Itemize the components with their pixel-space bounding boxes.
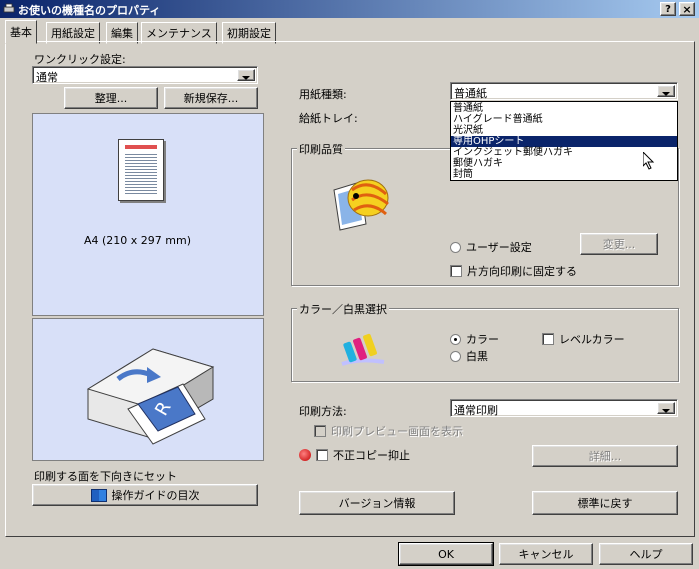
tab-basic[interactable]: 基本 [5,20,37,44]
book-icon [90,488,107,502]
close-title-button[interactable]: × [679,2,695,16]
color-group-label: カラー／白黒選択 [297,301,389,317]
one-way-print-checkbox[interactable]: 片方向印刷に固定する [450,263,577,279]
restore-defaults-button[interactable]: 標準に戻す [532,491,678,515]
version-button[interactable]: バージョン情報 [299,491,455,515]
feed-illustration: R [32,318,264,461]
save-new-button[interactable]: 新規保存... [164,87,258,109]
paper-type-option[interactable]: ハイグレード普通紙 [451,114,677,125]
quality-icon [330,170,392,232]
preview-checkbox[interactable]: 印刷プレビュー画面を表示 [314,423,463,439]
guide-button[interactable]: 操作ガイドの目次 [32,484,258,506]
chevron-down-icon[interactable] [657,402,675,414]
paper-type-option[interactable]: 普通紙 [451,103,677,114]
cancel-button[interactable]: キャンセル [499,543,593,565]
printer-feed-icon: R [86,348,215,445]
color-radio[interactable]: カラー [450,331,499,347]
chevron-down-icon[interactable] [237,69,255,81]
ink-bottles-icon [340,328,386,368]
level-color-checkbox[interactable]: レベルカラー [542,331,625,347]
oneclick-label: ワンクリック設定: [34,53,126,66]
prevent-copy-checkbox[interactable] [316,449,328,461]
window-title: お使いの機種名のプロパティ [18,4,161,17]
help-button[interactable]: ヘルプ [599,543,693,565]
oneclick-combo[interactable]: 通常 [32,66,258,84]
change-button[interactable]: 変更... [580,233,658,255]
quality-group-label: 印刷品質 [297,141,345,157]
chevron-down-icon[interactable] [657,85,675,97]
print-method-combo[interactable]: 通常印刷 [450,399,678,417]
paper-preview: A4 (210 x 297 mm) [32,113,264,316]
security-icon [299,449,311,461]
organize-button[interactable]: 整理... [64,87,158,109]
help-title-button[interactable]: ? [660,2,676,16]
paper-type-option[interactable]: 専用OHPシート [451,136,677,147]
user-setting-radio[interactable]: ユーザー設定 [450,239,532,255]
mono-radio[interactable]: 白黒 [450,348,488,364]
prevent-copy-row[interactable]: 不正コピー抑止 [299,447,410,463]
paper-size-text: A4 (210 x 297 mm) [84,234,192,247]
title-bar[interactable]: お使いの機種名のプロパティ ? × [0,0,699,18]
printer-icon [3,3,15,14]
paper-type-label: 用紙種類: [299,88,347,101]
close-icon: × [682,2,692,16]
paper-thumbnail-icon [118,139,164,201]
tray-label: 給紙トレイ: [299,112,358,125]
paper-type-option[interactable]: 光沢紙 [451,125,677,136]
paper-type-combo[interactable]: 普通紙 [450,82,678,100]
ok-button[interactable]: OK [398,542,494,566]
print-method-label: 印刷方法: [299,405,347,418]
mouse-cursor-icon [642,150,655,173]
detail-button[interactable]: 詳細... [532,445,678,467]
feed-text: 印刷する面を下向きにセット [34,470,177,483]
